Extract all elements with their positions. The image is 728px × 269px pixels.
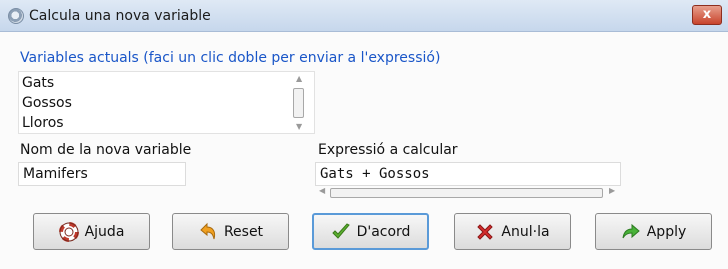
cancel-button-label: Anul·la xyxy=(501,223,550,240)
help-button-label: Ajuda xyxy=(84,223,125,240)
lifebuoy-icon xyxy=(58,221,79,242)
scroll-left-icon[interactable]: ◀ xyxy=(319,186,325,195)
expression-scrollbar[interactable]: ◀ ▶ xyxy=(315,186,621,200)
new-variable-input[interactable]: Mamifers xyxy=(18,162,186,186)
green-arrow-icon xyxy=(621,222,641,242)
list-item[interactable]: Lloros xyxy=(22,115,64,131)
new-variable-label: Nom de la nova variable xyxy=(20,142,192,158)
expression-label: Expressió a calcular xyxy=(318,142,458,158)
variables-label: Variables actuals (faci un clic doble pe… xyxy=(20,50,441,66)
list-item[interactable]: Gossos xyxy=(22,95,72,111)
title-bar: Calcula una nova variable x xyxy=(0,0,728,32)
scroll-right-icon[interactable]: ▶ xyxy=(609,186,615,195)
expression-input[interactable]: Gats + Gossos xyxy=(315,162,621,186)
apply-button[interactable]: Apply xyxy=(595,213,712,250)
undo-arrow-icon xyxy=(198,222,218,242)
list-item[interactable]: Gats xyxy=(22,75,54,91)
apply-button-label: Apply xyxy=(646,223,687,240)
checkmark-icon xyxy=(331,222,351,242)
variables-scrollbar[interactable]: ▲ ▼ xyxy=(292,72,308,133)
ok-button[interactable]: D'acord xyxy=(312,213,429,250)
help-button[interactable]: Ajuda xyxy=(33,213,150,250)
scroll-up-icon[interactable]: ▲ xyxy=(296,74,302,83)
variables-listbox[interactable]: Gats Gossos Lloros xyxy=(18,71,315,134)
close-button[interactable]: x xyxy=(692,5,722,25)
scroll-down-icon[interactable]: ▼ xyxy=(296,122,302,131)
r-logo-icon xyxy=(8,8,24,24)
window-title: Calcula una nova variable xyxy=(29,8,211,24)
red-x-icon xyxy=(475,222,495,242)
reset-button-label: Reset xyxy=(223,223,264,240)
reset-button[interactable]: Reset xyxy=(172,213,289,250)
scrollbar-thumb[interactable] xyxy=(330,188,603,198)
scrollbar-thumb[interactable] xyxy=(293,88,304,118)
ok-button-label: D'acord xyxy=(356,223,411,240)
cancel-button[interactable]: Anul·la xyxy=(454,213,571,250)
